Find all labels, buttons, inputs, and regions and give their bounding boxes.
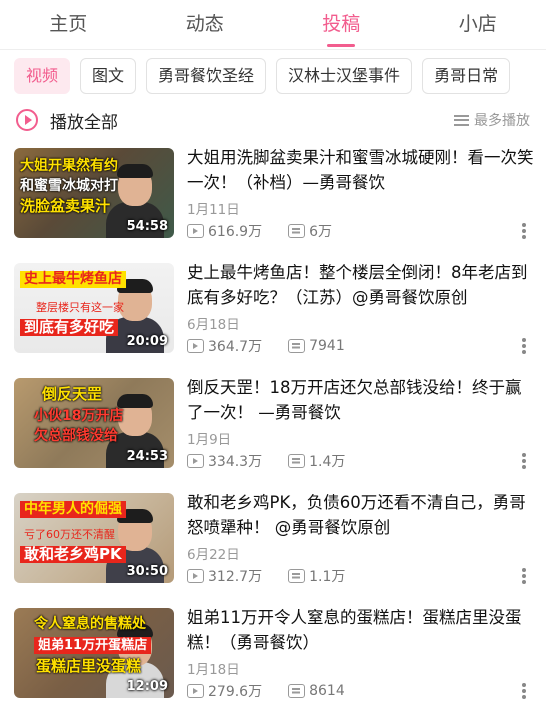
video-item[interactable]: 令人窒息的售糕处 姐弟11万开蛋糕店 蛋糕店里没蛋糕 12:09 姐弟11万开令… — [0, 605, 546, 713]
play-count-icon — [187, 224, 204, 238]
video-title[interactable]: 敢和老乡鸡PK，负债60万还看不清自己，勇哥怒喷犟种！ @勇哥餐饮原创 — [187, 490, 535, 540]
video-stats: 312.7万 1.1万 — [187, 566, 345, 586]
video-thumbnail[interactable]: 大姐开果然有约 和蜜雪冰城对打 洗脸盆卖果汁 54:58 — [14, 148, 174, 238]
thumbnail-caption: 中年男人的倔强 — [20, 501, 126, 518]
video-title[interactable]: 姐弟11万开令人窒息的蛋糕店！蛋糕店里没蛋糕！（勇哥餐饮） — [187, 605, 535, 655]
thumbnail-caption: 姐弟11万开蛋糕店 — [34, 637, 152, 654]
tab-home[interactable]: 主页 — [0, 0, 137, 49]
video-stats: 364.7万 7941 — [187, 336, 345, 356]
danmaku-icon — [288, 224, 306, 238]
video-title[interactable]: 史上最牛烤鱼店！整个楼层全倒闭！8年老店到底有多好吃？（江苏）@勇哥餐饮原创 — [187, 260, 535, 310]
video-title[interactable]: 倒反天罡！18万开店还欠总部钱没给！终于赢了一次！ —勇哥餐饮 — [187, 375, 535, 425]
thumbnail-caption: 到底有多好吃 — [20, 319, 119, 336]
play-count-icon — [187, 684, 204, 698]
danmaku-icon — [288, 454, 306, 468]
more-vertical-icon[interactable] — [522, 683, 526, 699]
video-date: 6月22日 — [187, 547, 240, 563]
video-date: 6月18日 — [187, 317, 240, 333]
video-date: 1月11日 — [187, 202, 240, 218]
thumbnail-caption: 小伙18万开店 — [34, 408, 124, 424]
video-stats: 616.9万 6万 — [187, 221, 332, 241]
play-circle-icon[interactable] — [16, 109, 38, 131]
thumbnail-caption: 整层楼只有这一家 — [36, 301, 124, 314]
play-count-icon — [187, 339, 204, 353]
video-duration: 12:09 — [126, 679, 168, 694]
more-vertical-icon[interactable] — [522, 223, 526, 239]
thumbnail-caption: 亏了60万还不清醒 — [24, 528, 115, 541]
video-stats: 279.6万 8614 — [187, 681, 345, 701]
play-all-row: 播放全部 最多播放 — [0, 104, 546, 136]
thumbnail-caption: 大姐开果然有约 — [20, 158, 118, 174]
thumbnail-caption: 欠总部钱没给 — [34, 428, 118, 444]
play-count-icon — [187, 569, 204, 583]
filter-chips: 视频 图文 勇哥餐饮圣经 汉林士汉堡事件 勇哥日常 — [0, 56, 546, 96]
thumbnail-caption: 倒反天罡 — [42, 385, 103, 403]
view-count: 279.6万 — [208, 684, 263, 700]
thumbnail-caption: 和蜜雪冰城对打 — [20, 178, 118, 194]
danmaku-icon — [288, 684, 306, 698]
video-thumbnail[interactable]: 中年男人的倔强 亏了60万还不清醒 敢和老乡鸡PK 30:50 — [14, 493, 174, 583]
video-date: 1月9日 — [187, 432, 232, 448]
video-item[interactable]: 史上最牛烤鱼店 整层楼只有这一家 到底有多好吃 20:09 史上最牛烤鱼店！整个… — [0, 260, 546, 375]
profile-tabs: 主页 动态 投稿 小店 — [0, 0, 546, 50]
thumbnail-caption: 洗脸盆卖果汁 — [20, 197, 111, 215]
danmaku-count: 8614 — [309, 683, 345, 699]
video-thumbnail[interactable]: 倒反天罡 小伙18万开店 欠总部钱没给 24:53 — [14, 378, 174, 468]
view-count: 334.3万 — [208, 454, 263, 470]
chip-collection-burger[interactable]: 汉林士汉堡事件 — [276, 58, 413, 94]
video-date: 1月18日 — [187, 662, 240, 678]
view-count: 616.9万 — [208, 224, 263, 240]
danmaku-count: 7941 — [309, 338, 345, 354]
video-thumbnail[interactable]: 令人窒息的售糕处 姐弟11万开蛋糕店 蛋糕店里没蛋糕 12:09 — [14, 608, 174, 698]
video-title[interactable]: 大姐用洗脚盆卖果汁和蜜雪冰城硬刚！看一次笑一次！（补档）—勇哥餐饮 — [187, 145, 535, 195]
danmaku-count: 6万 — [309, 224, 333, 240]
chip-posts[interactable]: 图文 — [80, 58, 137, 94]
tab-uploads[interactable]: 投稿 — [273, 0, 410, 49]
thumbnail-caption: 令人窒息的售糕处 — [34, 616, 146, 632]
video-duration: 24:53 — [126, 449, 168, 464]
play-all-button[interactable]: 播放全部 — [50, 108, 118, 133]
danmaku-count: 1.4万 — [309, 454, 346, 470]
play-count-icon — [187, 454, 204, 468]
video-item[interactable]: 倒反天罡 小伙18万开店 欠总部钱没给 24:53 倒反天罡！18万开店还欠总部… — [0, 375, 546, 490]
sort-button[interactable]: 最多播放 — [454, 110, 530, 130]
video-stats: 334.3万 1.4万 — [187, 451, 345, 471]
video-duration: 54:58 — [126, 219, 168, 234]
tab-dynamics[interactable]: 动态 — [137, 0, 274, 49]
thumbnail-caption: 敢和老乡鸡PK — [20, 546, 126, 563]
tab-shop[interactable]: 小店 — [410, 0, 546, 49]
video-duration: 20:09 — [126, 334, 168, 349]
more-vertical-icon[interactable] — [522, 568, 526, 584]
chip-collection-daily[interactable]: 勇哥日常 — [422, 58, 511, 94]
list-sort-icon — [454, 114, 469, 126]
video-list: 大姐开果然有约 和蜜雪冰城对打 洗脸盆卖果汁 54:58 大姐用洗脚盆卖果汁和蜜… — [0, 145, 546, 713]
thumbnail-caption: 蛋糕店里没蛋糕 — [36, 657, 142, 675]
video-duration: 30:50 — [126, 564, 168, 579]
chip-videos[interactable]: 视频 — [14, 58, 71, 94]
danmaku-icon — [288, 339, 306, 353]
danmaku-count: 1.1万 — [309, 569, 346, 585]
video-item[interactable]: 中年男人的倔强 亏了60万还不清醒 敢和老乡鸡PK 30:50 敢和老乡鸡PK，… — [0, 490, 546, 605]
chip-collection-bible[interactable]: 勇哥餐饮圣经 — [146, 58, 267, 94]
video-thumbnail[interactable]: 史上最牛烤鱼店 整层楼只有这一家 到底有多好吃 20:09 — [14, 263, 174, 353]
view-count: 312.7万 — [208, 569, 263, 585]
danmaku-icon — [288, 569, 306, 583]
more-vertical-icon[interactable] — [522, 338, 526, 354]
thumbnail-caption: 史上最牛烤鱼店 — [20, 271, 126, 288]
more-vertical-icon[interactable] — [522, 453, 526, 469]
view-count: 364.7万 — [208, 339, 263, 355]
video-item[interactable]: 大姐开果然有约 和蜜雪冰城对打 洗脸盆卖果汁 54:58 大姐用洗脚盆卖果汁和蜜… — [0, 145, 546, 260]
sort-label: 最多播放 — [474, 113, 530, 129]
